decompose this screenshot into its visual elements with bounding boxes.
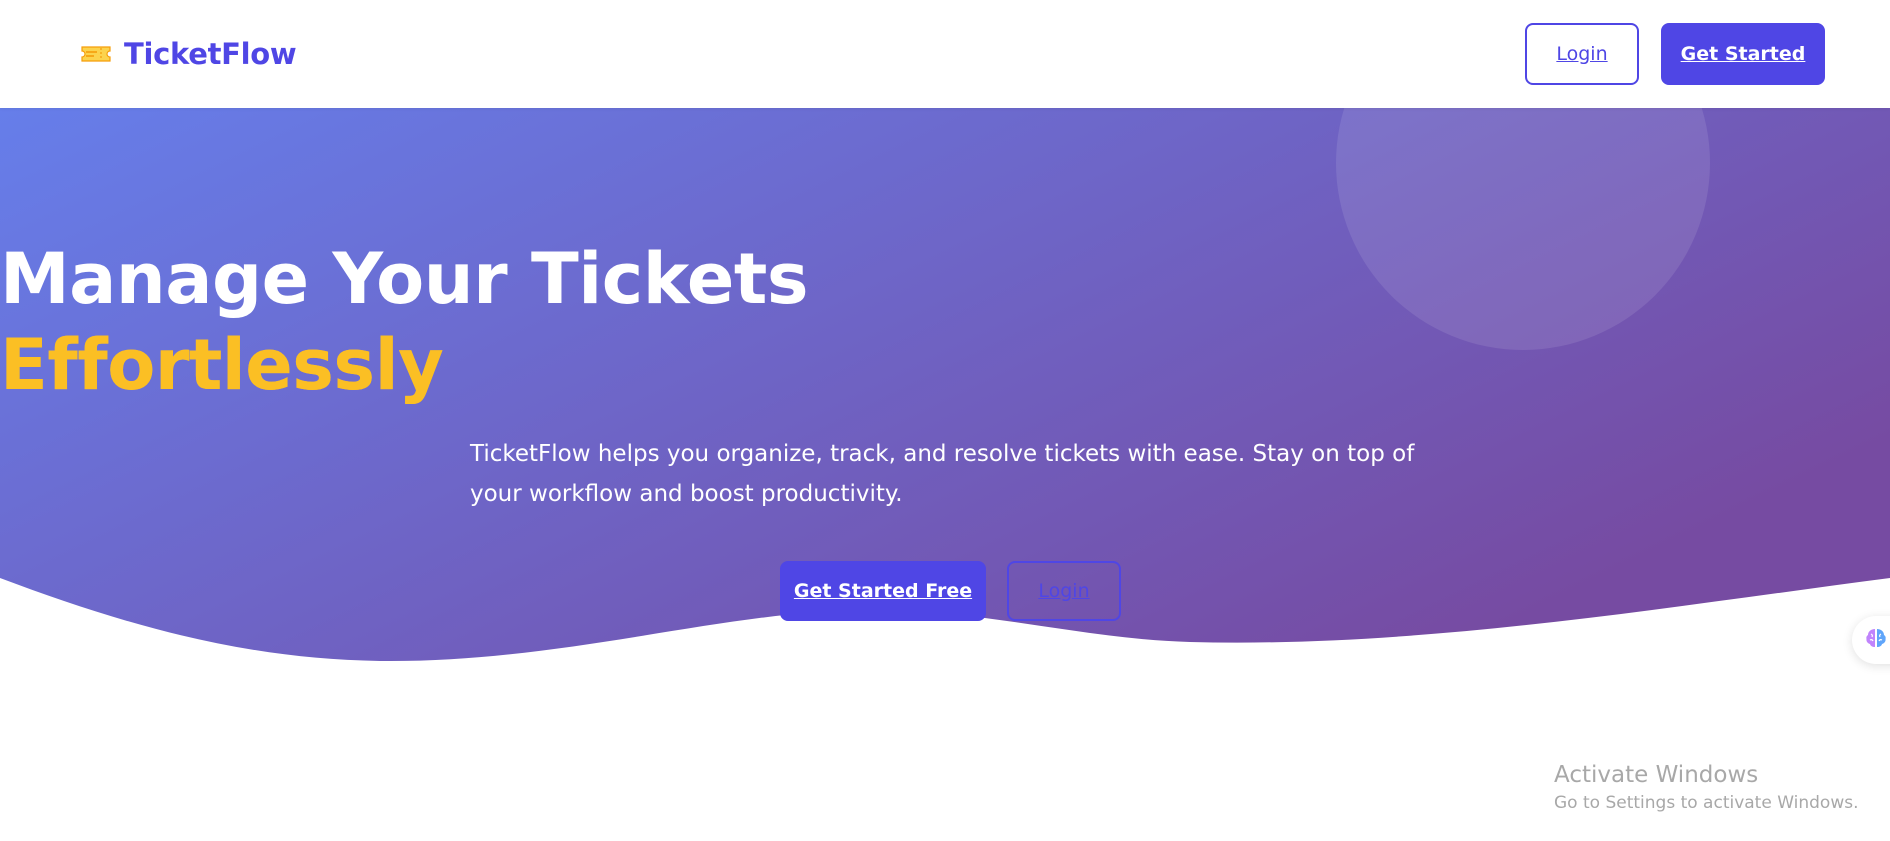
ticket-icon	[80, 43, 112, 65]
watermark-title: Activate Windows	[1554, 762, 1759, 788]
top-navbar: TicketFlow Login Get Started	[0, 0, 1890, 108]
brand-name: TicketFlow	[124, 37, 297, 71]
hero-subtitle: TicketFlow helps you organize, track, an…	[470, 441, 1415, 507]
watermark-subtitle: Go to Settings to activate Windows.	[1554, 793, 1859, 813]
nav-get-started-button[interactable]: Get Started	[1661, 23, 1825, 85]
hero-title: Manage Your Tickets Effortlessly	[0, 236, 1890, 408]
os-activation-watermark: Activate Windows Go to Settings to activ…	[1554, 760, 1859, 816]
brand-logo-link[interactable]: TicketFlow	[80, 37, 297, 71]
get-started-free-button[interactable]: Get Started Free	[780, 561, 986, 621]
nav-actions: Login Get Started	[1525, 23, 1825, 85]
hero-title-highlight: Effortlessly	[0, 322, 1890, 408]
brain-icon	[1864, 626, 1888, 655]
nav-login-button[interactable]: Login	[1525, 23, 1639, 85]
hero-title-line1: Manage Your Tickets	[0, 238, 809, 320]
hero-login-button[interactable]: Login	[1007, 561, 1121, 621]
hero-section: Manage Your Tickets Effortlessly TicketF…	[0, 108, 1890, 668]
